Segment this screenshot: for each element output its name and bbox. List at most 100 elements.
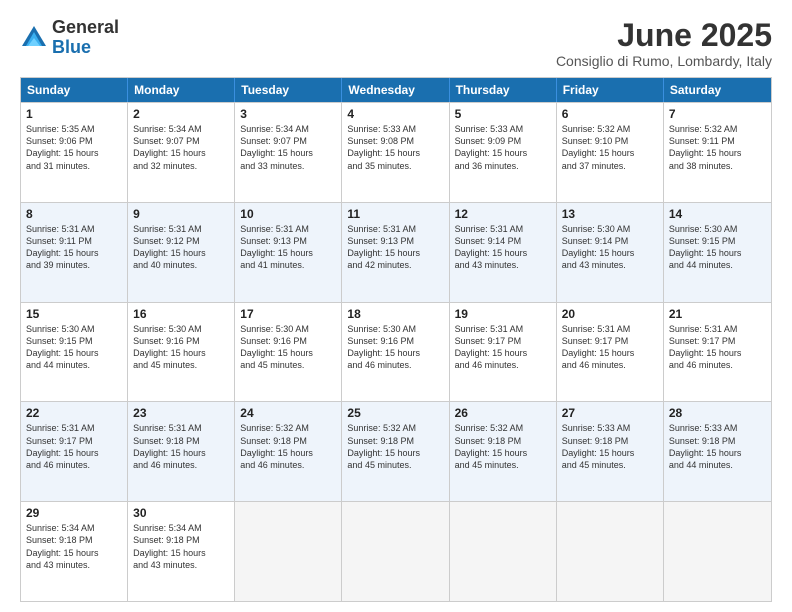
table-row: 24 Sunrise: 5:32 AM Sunset: 9:18 PM Dayli… [235,402,342,501]
table-row: 13Sunrise: 5:30 AM Sunset: 9:14 PM Dayli… [557,203,664,302]
day-info: Sunrise: 5:34 AM Sunset: 9:07 PM Dayligh… [240,123,336,172]
day-number: 16 [133,307,229,321]
table-row: 1 Sunrise: 5:35 AM Sunset: 9:06 PM Daylig… [21,103,128,202]
day-number: 6 [562,107,658,121]
day-number: 13 [562,207,658,221]
day-number: 28 [669,406,766,420]
title-area: June 2025 Consiglio di Rumo, Lombardy, I… [556,18,772,69]
table-row: 6 Sunrise: 5:32 AM Sunset: 9:10 PM Daylig… [557,103,664,202]
day-info: Sunrise: 5:34 AM Sunset: 9:18 PM Dayligh… [26,522,122,571]
table-row: 25 Sunrise: 5:32 AM Sunset: 9:18 PM Dayli… [342,402,449,501]
header-thursday: Thursday [450,78,557,102]
calendar: Sunday Monday Tuesday Wednesday Thursday… [20,77,772,602]
page: General Blue June 2025 Consiglio di Rumo… [0,0,792,612]
table-row: 4Sunrise: 5:33 AM Sunset: 9:08 PM Daylig… [342,103,449,202]
table-row: 2 Sunrise: 5:34 AM Sunset: 9:07 PM Daylig… [128,103,235,202]
table-row: 3 Sunrise: 5:34 AM Sunset: 9:07 PM Daylig… [235,103,342,202]
day-number: 5 [455,107,551,121]
header-sunday: Sunday [21,78,128,102]
calendar-week-4: 22 Sunrise: 5:31 AM Sunset: 9:17 PM Dayli… [21,401,771,501]
table-row: 20 Sunrise: 5:31 AM Sunset: 9:17 PM Dayli… [557,303,664,402]
table-row: 11 Sunrise: 5:31 AM Sunset: 9:13 PM Dayli… [342,203,449,302]
day-number: 15 [26,307,122,321]
table-row: 27 Sunrise: 5:33 AM Sunset: 9:18 PM Dayli… [557,402,664,501]
calendar-week-1: 1 Sunrise: 5:35 AM Sunset: 9:06 PM Daylig… [21,102,771,202]
day-info: Sunrise: 5:32 AM Sunset: 9:18 PM Dayligh… [347,422,443,471]
day-info: Sunrise: 5:31 AM Sunset: 9:17 PM Dayligh… [562,323,658,372]
day-info: Sunrise: 5:32 AM Sunset: 9:18 PM Dayligh… [455,422,551,471]
logo-blue: Blue [52,38,119,58]
day-info: Sunrise: 5:31 AM Sunset: 9:13 PM Dayligh… [240,223,336,272]
day-number: 20 [562,307,658,321]
table-row: 21 Sunrise: 5:31 AM Sunset: 9:17 PM Dayli… [664,303,771,402]
table-row: 29 Sunrise: 5:34 AM Sunset: 9:18 PM Dayli… [21,502,128,601]
header-saturday: Saturday [664,78,771,102]
table-row [342,502,449,601]
table-row [450,502,557,601]
table-row [557,502,664,601]
day-number: 22 [26,406,122,420]
day-number: 17 [240,307,336,321]
header-friday: Friday [557,78,664,102]
header-monday: Monday [128,78,235,102]
table-row: 30 Sunrise: 5:34 AM Sunset: 9:18 PM Dayli… [128,502,235,601]
day-number: 1 [26,107,122,121]
calendar-week-3: 15Sunrise: 5:30 AM Sunset: 9:15 PM Dayli… [21,302,771,402]
table-row: 26 Sunrise: 5:32 AM Sunset: 9:18 PM Dayli… [450,402,557,501]
day-info: Sunrise: 5:31 AM Sunset: 9:11 PM Dayligh… [26,223,122,272]
day-info: Sunrise: 5:35 AM Sunset: 9:06 PM Dayligh… [26,123,122,172]
day-number: 10 [240,207,336,221]
day-number: 25 [347,406,443,420]
table-row: 15Sunrise: 5:30 AM Sunset: 9:15 PM Dayli… [21,303,128,402]
calendar-body: 1 Sunrise: 5:35 AM Sunset: 9:06 PM Daylig… [21,102,771,601]
day-info: Sunrise: 5:32 AM Sunset: 9:18 PM Dayligh… [240,422,336,471]
day-number: 2 [133,107,229,121]
day-number: 8 [26,207,122,221]
table-row: 12 Sunrise: 5:31 AM Sunset: 9:14 PM Dayli… [450,203,557,302]
day-number: 29 [26,506,122,520]
header-wednesday: Wednesday [342,78,449,102]
table-row: 5 Sunrise: 5:33 AM Sunset: 9:09 PM Daylig… [450,103,557,202]
calendar-week-2: 8 Sunrise: 5:31 AM Sunset: 9:11 PM Daylig… [21,202,771,302]
table-row: 9Sunrise: 5:31 AM Sunset: 9:12 PM Daylig… [128,203,235,302]
day-number: 24 [240,406,336,420]
day-number: 21 [669,307,766,321]
day-info: Sunrise: 5:31 AM Sunset: 9:14 PM Dayligh… [455,223,551,272]
day-number: 11 [347,207,443,221]
day-number: 23 [133,406,229,420]
logo-icon [20,24,48,52]
day-info: Sunrise: 5:34 AM Sunset: 9:07 PM Dayligh… [133,123,229,172]
table-row: 14 Sunrise: 5:30 AM Sunset: 9:15 PM Dayli… [664,203,771,302]
table-row: 8 Sunrise: 5:31 AM Sunset: 9:11 PM Daylig… [21,203,128,302]
table-row: 19Sunrise: 5:31 AM Sunset: 9:17 PM Dayli… [450,303,557,402]
day-info: Sunrise: 5:30 AM Sunset: 9:16 PM Dayligh… [240,323,336,372]
day-info: Sunrise: 5:30 AM Sunset: 9:16 PM Dayligh… [133,323,229,372]
day-info: Sunrise: 5:31 AM Sunset: 9:17 PM Dayligh… [669,323,766,372]
day-info: Sunrise: 5:30 AM Sunset: 9:15 PM Dayligh… [669,223,766,272]
day-number: 9 [133,207,229,221]
day-number: 26 [455,406,551,420]
day-info: Sunrise: 5:33 AM Sunset: 9:09 PM Dayligh… [455,123,551,172]
day-number: 14 [669,207,766,221]
day-info: Sunrise: 5:31 AM Sunset: 9:18 PM Dayligh… [133,422,229,471]
day-info: Sunrise: 5:33 AM Sunset: 9:18 PM Dayligh… [562,422,658,471]
day-info: Sunrise: 5:32 AM Sunset: 9:10 PM Dayligh… [562,123,658,172]
day-number: 30 [133,506,229,520]
day-info: Sunrise: 5:34 AM Sunset: 9:18 PM Dayligh… [133,522,229,571]
table-row: 22 Sunrise: 5:31 AM Sunset: 9:17 PM Dayli… [21,402,128,501]
day-number: 18 [347,307,443,321]
day-number: 19 [455,307,551,321]
day-number: 3 [240,107,336,121]
table-row [235,502,342,601]
day-number: 7 [669,107,766,121]
table-row: 18 Sunrise: 5:30 AM Sunset: 9:16 PM Dayli… [342,303,449,402]
day-info: Sunrise: 5:30 AM Sunset: 9:16 PM Dayligh… [347,323,443,372]
day-info: Sunrise: 5:31 AM Sunset: 9:13 PM Dayligh… [347,223,443,272]
logo: General Blue [20,18,119,58]
day-info: Sunrise: 5:32 AM Sunset: 9:11 PM Dayligh… [669,123,766,172]
location: Consiglio di Rumo, Lombardy, Italy [556,53,772,69]
calendar-header: Sunday Monday Tuesday Wednesday Thursday… [21,78,771,102]
day-number: 27 [562,406,658,420]
day-info: Sunrise: 5:31 AM Sunset: 9:17 PM Dayligh… [26,422,122,471]
day-number: 12 [455,207,551,221]
